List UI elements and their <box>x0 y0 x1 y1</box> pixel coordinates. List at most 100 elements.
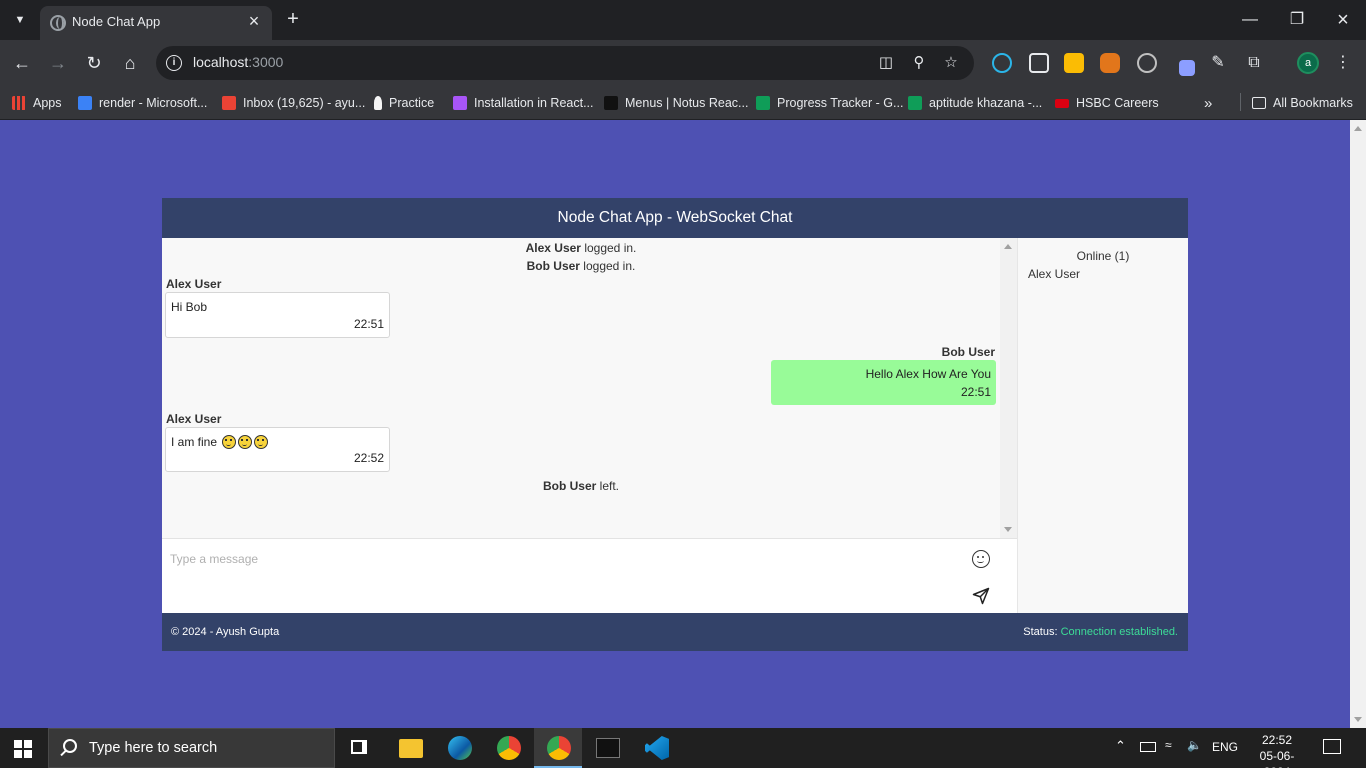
bookmark-menus[interactable]: Menus | Notus Reac... <box>604 93 748 113</box>
bookmark-practice[interactable]: Practice <box>374 93 434 113</box>
notification-center-icon[interactable] <box>1323 739 1341 754</box>
folder-icon <box>1252 97 1266 109</box>
bookmark-hsbc[interactable]: HSBC Careers <box>1055 93 1159 113</box>
browser-menu-icon[interactable]: ⋮ <box>1333 53 1353 73</box>
message-text: I am fine <box>171 435 218 449</box>
taskbar-clock[interactable]: 22:52 05-06-2024 <box>1249 732 1305 768</box>
apps-grid-icon <box>12 96 26 110</box>
bookmark-render[interactable]: render - Microsoft... <box>78 93 207 113</box>
edge-icon <box>448 736 472 760</box>
connection-status: Status: Connection established. <box>1023 626 1178 638</box>
message-time: 22:51 <box>353 317 384 331</box>
language-indicator[interactable]: ENG <box>1212 740 1238 754</box>
close-tab-icon[interactable]: × <box>244 12 264 32</box>
taskbar-terminal[interactable] <box>583 728 631 768</box>
keep-extension-icon[interactable] <box>1064 53 1084 73</box>
chat-scrollbar[interactable] <box>1000 238 1017 538</box>
bookmark-progress-tracker[interactable]: Progress Tracker - G... <box>756 93 903 113</box>
purple-grid-icon <box>453 96 467 110</box>
system-message: Bob User logged in. <box>526 259 636 273</box>
taskbar-vscode[interactable] <box>632 728 680 768</box>
scroll-down-arrow-icon[interactable] <box>1004 527 1012 532</box>
minimize-button[interactable]: — <box>1238 8 1262 32</box>
taskbar-edge[interactable] <box>435 728 483 768</box>
bookmark-aptitude[interactable]: aptitude khazana -... <box>908 93 1042 113</box>
scroll-up-arrow-icon[interactable] <box>1004 244 1012 249</box>
online-count: Online (1) <box>1076 249 1130 263</box>
system-message: Bob User left. <box>542 479 620 493</box>
sheets-icon <box>756 96 770 110</box>
message-text: Hi Bob <box>171 300 208 314</box>
battery-icon[interactable] <box>1140 742 1156 752</box>
close-window-button[interactable]: × <box>1331 8 1355 32</box>
smiley-emoji-icon <box>254 435 269 449</box>
emoji-picker-icon[interactable] <box>972 550 990 568</box>
edge-extension-icon[interactable] <box>992 53 1012 73</box>
scroll-down-arrow-icon[interactable] <box>1354 717 1362 722</box>
bookmark-star-icon[interactable]: ☆ <box>941 53 961 73</box>
bookmark-apps[interactable]: Apps <box>12 93 62 113</box>
system-message: Alex User logged in. <box>525 241 637 255</box>
address-bar[interactable]: i localhost:3000 ◫ ⚲ ☆ <box>156 46 974 80</box>
task-view-icon <box>351 740 367 754</box>
page-scrollbar[interactable] <box>1350 120 1366 728</box>
volume-icon[interactable]: 🔈 <box>1187 738 1202 752</box>
tab-title: Node Chat App <box>72 14 161 29</box>
taskbar-chrome-profile[interactable] <box>534 728 582 768</box>
notus-icon <box>604 96 618 110</box>
task-view-button[interactable] <box>336 728 384 768</box>
message-composer <box>162 538 1017 613</box>
message-sender: Alex User <box>166 277 222 291</box>
chat-messages[interactable]: Alex User logged in. Bob User logged in.… <box>162 238 1000 538</box>
tab-search-chevron-icon[interactable]: ▼ <box>8 8 32 32</box>
taskbar-chrome[interactable] <box>484 728 532 768</box>
clock-date: 05-06-2024 <box>1259 749 1295 768</box>
wifi-icon[interactable]: ≈ <box>1165 738 1172 752</box>
profile-avatar[interactable]: a <box>1297 52 1319 74</box>
folder-icon <box>399 739 423 758</box>
chrome-profile-icon <box>547 736 571 760</box>
zoom-icon[interactable]: ⚲ <box>909 53 929 73</box>
reload-button[interactable]: ↻ <box>82 52 106 74</box>
windows-start-icon[interactable] <box>14 740 32 758</box>
bookmark-inbox[interactable]: Inbox (19,625) - ayu... <box>222 93 365 113</box>
back-button[interactable]: ← <box>10 52 34 74</box>
pen-extension-icon[interactable] <box>1179 60 1195 76</box>
taskbar-search[interactable]: Type here to search <box>48 728 335 768</box>
install-app-icon[interactable]: ◫ <box>876 53 896 73</box>
message-text-wrap: I am fine <box>171 435 269 449</box>
gmail-icon <box>222 96 236 110</box>
message-time: 22:52 <box>353 451 384 465</box>
restore-button[interactable]: ❐ <box>1285 8 1309 32</box>
taskbar-file-explorer[interactable] <box>386 728 434 768</box>
browser-tab[interactable]: Node Chat App × <box>40 6 272 40</box>
eyedropper-extension-icon[interactable]: ✎ <box>1208 53 1228 73</box>
message-sender: Alex User <box>166 412 222 426</box>
taskbar-search-placeholder: Type here to search <box>89 740 218 756</box>
bookmarks-bar: Apps render - Microsoft... Inbox (19,625… <box>0 86 1366 120</box>
bookmark-installation[interactable]: Installation in React... <box>453 93 594 113</box>
online-user[interactable]: Alex User <box>1028 267 1080 281</box>
more-bookmarks-chevron-icon[interactable]: » <box>1204 93 1212 113</box>
search-icon <box>63 739 77 753</box>
home-button[interactable]: ⌂ <box>118 52 142 74</box>
tray-chevron-icon[interactable]: ⌃ <box>1115 738 1126 754</box>
vscode-icon <box>645 736 669 760</box>
message-time: 22:51 <box>960 385 991 399</box>
app-header: Node Chat App - WebSocket Chat <box>162 198 1188 238</box>
new-tab-button[interactable]: + <box>282 8 304 30</box>
scroll-up-arrow-icon[interactable] <box>1354 126 1362 131</box>
lightbulb-extension-icon[interactable] <box>1137 53 1157 73</box>
send-icon[interactable] <box>972 587 990 605</box>
message-sender: Bob User <box>941 345 995 359</box>
window-extension-icon[interactable] <box>1029 53 1049 73</box>
message-input[interactable] <box>170 550 950 568</box>
windows-taskbar: Type here to search ⌃ ≈ 🔈 ENG 22:52 05-0… <box>0 728 1366 768</box>
site-info-icon[interactable]: i <box>166 55 182 71</box>
all-bookmarks[interactable]: All Bookmarks <box>1252 93 1353 113</box>
forward-button[interactable]: → <box>46 52 70 74</box>
metamask-extension-icon[interactable] <box>1100 53 1120 73</box>
extensions-puzzle-icon[interactable]: ⧉ <box>1244 53 1264 73</box>
status-value: Connection established. <box>1060 626 1178 638</box>
chrome-icon <box>497 736 521 760</box>
